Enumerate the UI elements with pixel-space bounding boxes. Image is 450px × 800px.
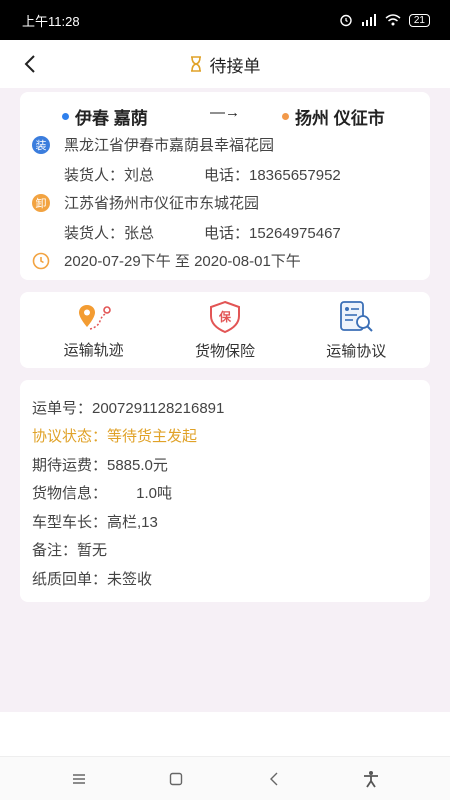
track-button[interactable]: 运输轨迹 — [44, 301, 144, 360]
action-card: 运输轨迹 保 货物保险 运输协议 — [20, 292, 430, 368]
status-time: 上午11:28 — [22, 13, 80, 29]
back-arrow-icon — [269, 772, 278, 785]
origin-dot-icon — [62, 113, 69, 120]
destination-dot-icon — [282, 113, 289, 120]
accessibility-icon — [364, 770, 379, 787]
destination-city: 扬州 仪征市 — [282, 104, 385, 129]
unload-address: 江苏省扬州市仪征市东城花园 — [64, 195, 260, 212]
system-back-button[interactable] — [254, 759, 294, 799]
insurance-icon-glyph: 保 — [218, 309, 232, 324]
signal-icon — [361, 14, 376, 26]
back-button[interactable] — [14, 48, 46, 80]
paper-receipt: 纸质回单：未签收 — [32, 571, 153, 588]
hourglass-icon — [190, 56, 201, 72]
clock-icon — [32, 252, 50, 269]
cargo-info: 货物信息： 1.0吨 — [32, 485, 173, 502]
unload-badge-icon: 卸 — [32, 193, 50, 212]
status-bar: 上午11:28 21 — [0, 0, 450, 40]
vehicle-info: 车型车长：高栏,13 — [32, 514, 158, 531]
unload-address-row: 卸 江苏省扬州市仪征市东城花园 — [32, 192, 259, 213]
load-address: 黑龙江省伊春市嘉荫县幸福花园 — [64, 137, 275, 154]
location-track-icon — [78, 304, 111, 330]
menu-button[interactable] — [59, 759, 99, 799]
page-title-wrap: 待接单 — [190, 52, 261, 77]
load-phone[interactable]: 电话：18365657952 — [204, 164, 341, 185]
chevron-left-icon — [24, 55, 35, 73]
system-nav-bar — [0, 756, 450, 800]
expected-freight: 期待运费：5885.0元 — [32, 457, 168, 474]
home-square-icon — [170, 772, 183, 785]
wifi-icon — [385, 14, 401, 26]
origin-city: 伊春 嘉荫 — [62, 104, 148, 129]
route-card: 伊春 嘉荫 —→ 扬州 仪征市 装 黑龙江省伊春市嘉荫县幸福花园 装货人：刘总 … — [20, 92, 430, 280]
page-title: 待接单 — [209, 56, 261, 76]
route-header: 伊春 嘉荫 —→ 扬州 仪征市 — [20, 102, 430, 128]
route-arrow: —→ — [210, 104, 240, 121]
insurance-label: 货物保险 — [194, 342, 255, 360]
destination-city-label: 扬州 仪征市 — [295, 109, 385, 128]
date-row: 2020-07-29下午 至 2020-08-01下午 — [32, 250, 301, 271]
agreement-label: 运输协议 — [326, 342, 387, 360]
status-icons: 21 — [339, 13, 430, 27]
waybill-info-card: 运单号：2007291128216891 协议状态：等待货主发起 期待运费：58… — [20, 380, 430, 602]
content-area: 伊春 嘉荫 —→ 扬州 仪征市 装 黑龙江省伊春市嘉荫县幸福花园 装货人：刘总 … — [0, 88, 450, 712]
nav-bar: 待接单 — [0, 40, 450, 88]
menu-icon — [72, 773, 85, 784]
waybill-number: 运单号：2007291128216891 — [32, 400, 225, 417]
load-contact: 装货人：刘总 — [64, 167, 155, 184]
insurance-shield-icon: 保 — [209, 300, 240, 333]
document-search-icon — [340, 300, 374, 332]
remark: 备注：暂无 — [32, 542, 108, 559]
origin-city-label: 伊春 嘉荫 — [75, 109, 148, 128]
route-arrow-label: —→ — [210, 104, 240, 121]
agreement-status: 协议状态：等待货主发起 — [32, 428, 198, 445]
date-range: 2020-07-29下午 至 2020-08-01下午 — [64, 253, 301, 270]
load-badge-icon: 装 — [32, 135, 50, 154]
load-address-row: 装 黑龙江省伊春市嘉荫县幸福花园 — [32, 134, 274, 155]
insurance-button[interactable]: 保 货物保险 — [175, 300, 275, 361]
track-label: 运输轨迹 — [63, 341, 124, 359]
battery-indicator: 21 — [408, 13, 430, 27]
unload-contact: 装货人：张总 — [64, 225, 155, 242]
home-button[interactable] — [156, 759, 196, 799]
agreement-button[interactable]: 运输协议 — [306, 300, 406, 361]
unload-phone[interactable]: 电话：15264975467 — [204, 222, 341, 243]
alarm-icon — [340, 14, 352, 27]
accessibility-button[interactable] — [351, 759, 391, 799]
